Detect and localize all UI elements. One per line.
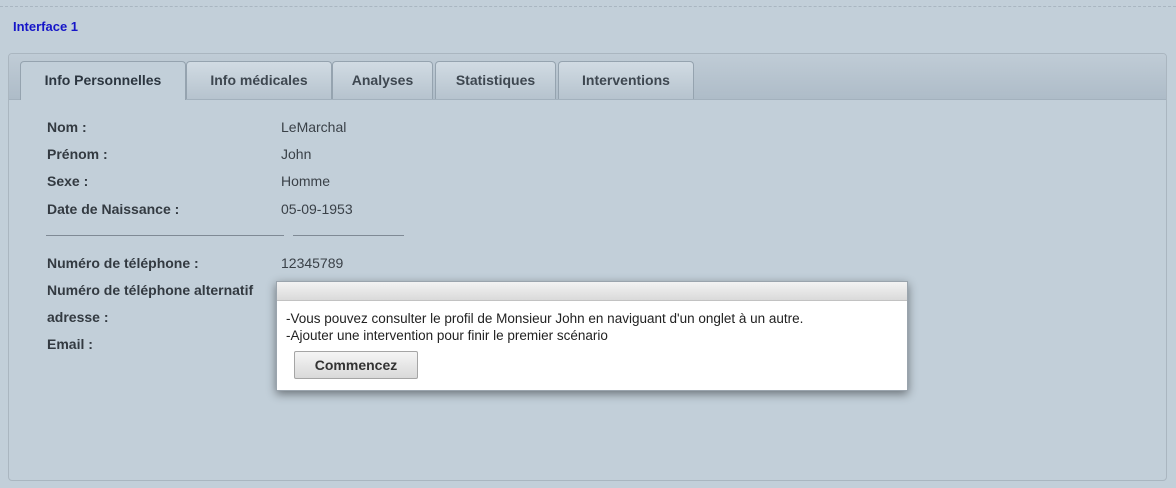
tab-bar: Info Personnelles Info médicales Analyse… [9, 54, 1166, 100]
tab-analyses[interactable]: Analyses [332, 61, 433, 99]
top-divider [0, 6, 1176, 7]
start-button[interactable]: Commencez [294, 351, 418, 379]
separator-right [293, 235, 404, 236]
page-title: Interface 1 [13, 19, 79, 34]
tab-panel: Info Personnelles Info médicales Analyse… [8, 53, 1167, 481]
tutorial-dialog: -Vous pouvez consulter le profil de Mons… [276, 281, 908, 391]
tab-statistiques[interactable]: Statistiques [435, 61, 556, 99]
field-label-sexe: Sexe : [47, 173, 89, 189]
field-label-nom: Nom : [47, 119, 87, 135]
dialog-titlebar[interactable] [277, 282, 907, 301]
separator-left [46, 235, 284, 236]
field-label-email: Email : [47, 336, 93, 352]
dialog-instruction-1: -Vous pouvez consulter le profil de Mons… [286, 311, 804, 326]
field-label-telephone-alternatif: Numéro de téléphone alternatif [47, 282, 254, 298]
tab-info-medicales[interactable]: Info médicales [186, 61, 332, 99]
field-label-adresse: adresse : [47, 309, 109, 325]
field-value-prenom: John [281, 146, 312, 162]
field-value-telephone: 12345789 [281, 255, 344, 271]
field-label-date-naissance: Date de Naissance : [47, 201, 180, 217]
field-value-nom: LeMarchal [281, 119, 347, 135]
tab-info-personnelles[interactable]: Info Personnelles [20, 61, 186, 100]
field-value-date-naissance: 05-09-1953 [281, 201, 353, 217]
field-label-telephone: Numéro de téléphone : [47, 255, 199, 271]
tab-interventions[interactable]: Interventions [558, 61, 694, 99]
field-label-prenom: Prénom : [47, 146, 108, 162]
field-value-sexe: Homme [281, 173, 331, 189]
dialog-instruction-2: -Ajouter une intervention pour finir le … [286, 328, 608, 343]
